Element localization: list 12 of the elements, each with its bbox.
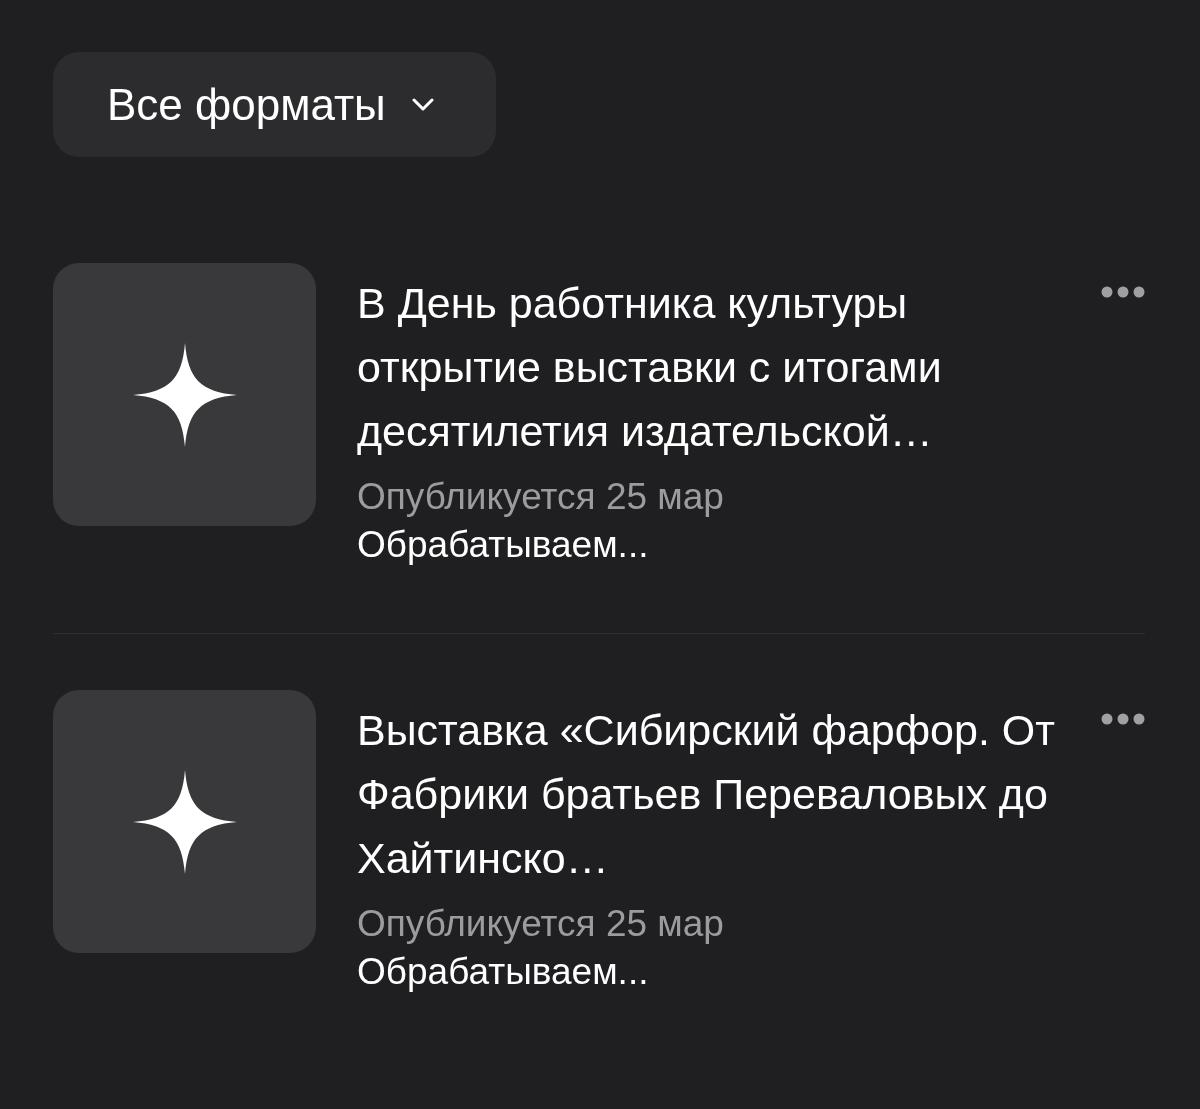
publish-date: Опубликуется 25 мар	[357, 475, 725, 519]
more-icon[interactable]	[1101, 713, 1145, 725]
more-icon[interactable]	[1101, 286, 1145, 298]
item-title[interactable]: Выставка «Сибирский фарфор. От Фабрики братьев Переваловых до Хайтинско…	[357, 698, 1097, 890]
item-title[interactable]: В День работника культуры открытие выставки с итогами десятилетия издательской…	[357, 271, 1097, 463]
processing-status: Обрабатываем...	[357, 523, 650, 567]
caret-icon	[411, 97, 434, 112]
thumbnail[interactable]	[53, 690, 316, 953]
processing-status: Обрабатываем...	[357, 950, 650, 994]
publish-date: Опубликуется 25 мар	[357, 902, 725, 946]
format-dropdown[interactable]: Все форматы	[53, 52, 496, 157]
thumbnail[interactable]	[53, 263, 316, 526]
